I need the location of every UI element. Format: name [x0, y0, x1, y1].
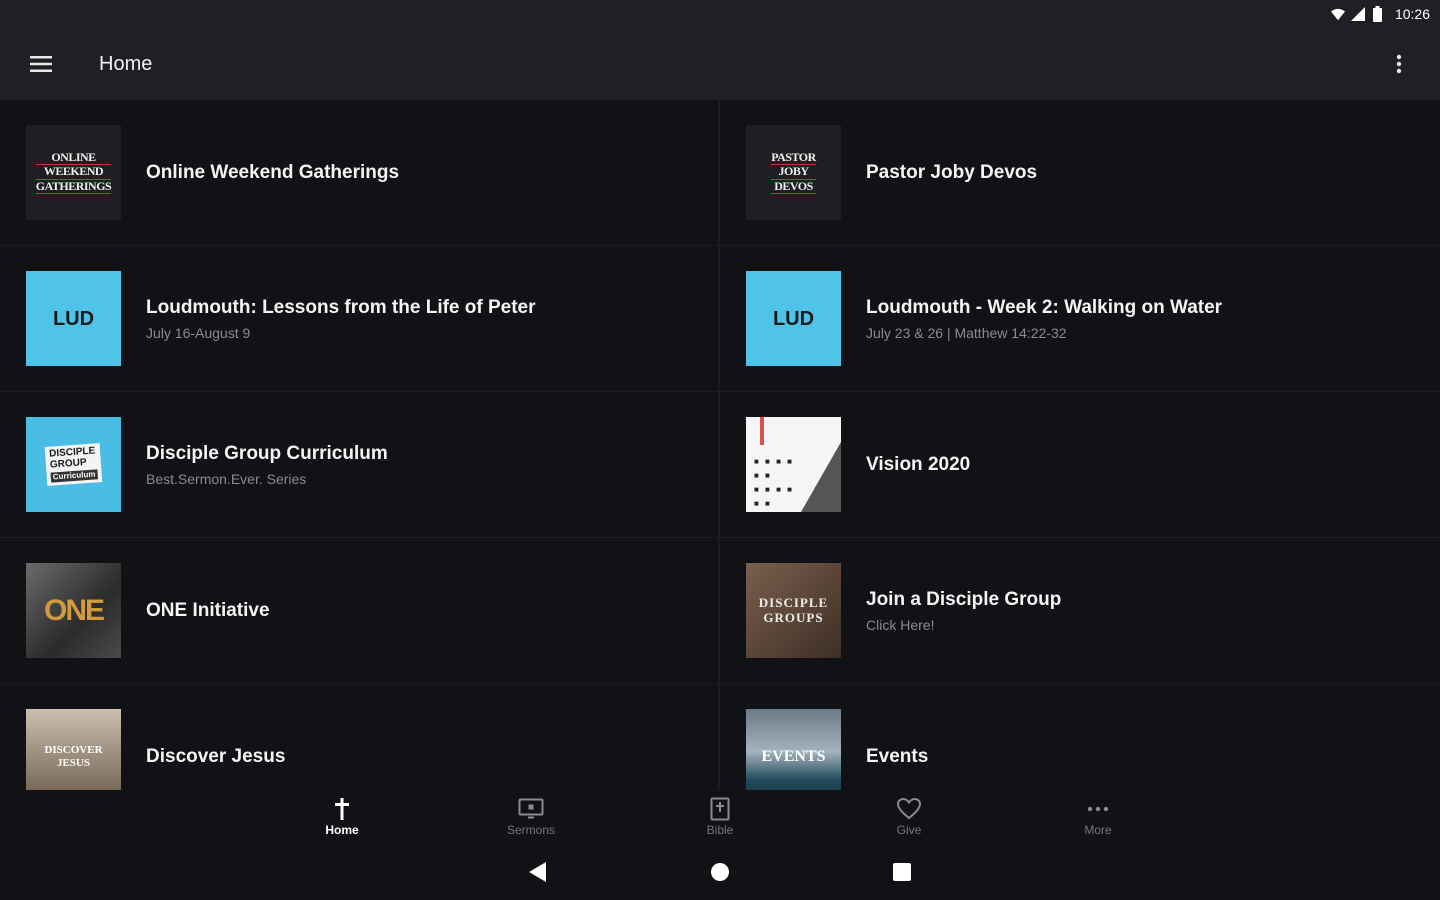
nav-label: Bible [706, 822, 734, 837]
item-subtitle: July 16-August 9 [146, 324, 251, 341]
nav-home[interactable]: Home [248, 790, 437, 842]
item-title: Discover Jesus [146, 745, 286, 767]
hamburger-menu-icon [30, 56, 52, 72]
list-item[interactable]: PASTOR JOBY DEVOS Pastor Joby Devos [720, 100, 1440, 246]
nav-more[interactable]: More [1004, 790, 1193, 842]
content-list: ONLINE WEEKEND GATHERINGS Online Weekend… [0, 100, 1440, 790]
nav-label: Home [325, 822, 359, 837]
item-subtitle: Best.Sermon.Ever. Series [146, 470, 307, 487]
cross-icon [329, 796, 355, 822]
thumb-text: ONLINE [35, 151, 112, 166]
thumb-text: ONE [43, 594, 105, 627]
system-back-button[interactable] [522, 856, 554, 888]
item-title: Loudmouth: Lessons from the Life of Pete… [146, 296, 536, 318]
back-triangle-icon [529, 862, 546, 882]
home-circle-icon [711, 863, 729, 881]
nav-label: Sermons [506, 822, 556, 837]
thumb-text: WEEKEND [35, 165, 112, 180]
list-item[interactable]: LUD Loudmouth: Lessons from the Life of … [0, 246, 720, 392]
item-title: Disciple Group Curriculum [146, 442, 388, 464]
system-navigation-bar [0, 842, 1440, 900]
item-title: Join a Disciple Group [866, 588, 1062, 610]
status-bar: 10:26 [0, 0, 1440, 28]
system-recents-button[interactable] [886, 856, 918, 888]
nav-label: More [1084, 822, 1112, 837]
list-item[interactable]: ■ ■ ■ ■ ■ ■ ■ ■ ■ ■ ■ ■ Vision 2020 [720, 392, 1440, 538]
item-title: Pastor Joby Devos [866, 161, 1038, 183]
app-root: 10:26 Home ONLINE WEEKEND GATHERINGS Onl… [0, 0, 1440, 900]
item-thumbnail: LUD [746, 271, 841, 366]
list-item[interactable]: LUD Loudmouth - Week 2: Walking on Water… [720, 246, 1440, 392]
battery-icon [1371, 6, 1385, 22]
item-title: Vision 2020 [866, 453, 971, 475]
item-thumbnail: PASTOR JOBY DEVOS [746, 125, 841, 220]
nav-label: Give [896, 822, 922, 837]
more-horizontal-icon [1085, 796, 1111, 822]
thumb-text: DEVOS [771, 179, 816, 194]
nav-give[interactable]: Give [815, 790, 1004, 842]
cell-signal-icon [1350, 7, 1365, 21]
app-bar: Home [0, 28, 1440, 100]
list-item[interactable]: EVENTS Events [720, 684, 1440, 790]
thumb-text: Curriculum [50, 469, 98, 483]
item-thumbnail: ONE [26, 563, 121, 658]
item-thumbnail: LUD [26, 271, 121, 366]
thumb-text: PASTOR [771, 150, 816, 166]
bible-icon [707, 796, 733, 822]
item-thumbnail: DISCIPLE GROUP Curriculum [26, 417, 121, 512]
thumb-text: EVENTS [761, 747, 826, 765]
thumb-text: GATHERINGS [35, 178, 112, 194]
hamburger-menu-button[interactable] [20, 43, 62, 85]
list-item[interactable]: DISCOVER JESUS Discover Jesus [0, 684, 720, 790]
nav-sermons[interactable]: Sermons [437, 790, 626, 842]
thumb-text: DISCOVER [44, 744, 103, 757]
list-item[interactable]: DISCIPLE GROUP Curriculum Disciple Group… [0, 392, 720, 538]
item-thumbnail: DISCIPLE GROUPS [746, 563, 841, 658]
item-subtitle: Click Here! [866, 616, 935, 633]
item-thumbnail: EVENTS [746, 709, 841, 790]
thumb-text: DISCIPLE [758, 595, 829, 611]
system-home-button[interactable] [704, 856, 736, 888]
item-title: Events [866, 745, 929, 767]
recents-square-icon [893, 863, 911, 881]
page-title: Home [99, 52, 153, 75]
list-item[interactable]: DISCIPLE GROUPS Join a Disciple Group Cl… [720, 538, 1440, 684]
more-vertical-icon [1396, 54, 1402, 74]
thumb-text: JOBY [771, 165, 816, 180]
thumb-text: LUD [52, 307, 95, 330]
thumb-text: JESUS [56, 756, 90, 769]
nav-bible[interactable]: Bible [626, 790, 815, 842]
thumb-text: GROUP [49, 456, 88, 470]
item-title: Loudmouth - Week 2: Walking on Water [866, 296, 1223, 318]
item-thumbnail: ■ ■ ■ ■ ■ ■ ■ ■ ■ ■ ■ ■ [746, 417, 841, 512]
item-title: Online Weekend Gatherings [146, 161, 400, 183]
heart-icon [896, 796, 922, 822]
tv-icon [518, 796, 544, 822]
list-item[interactable]: ONE ONE Initiative [0, 538, 720, 684]
overflow-menu-button[interactable] [1378, 43, 1420, 85]
item-thumbnail: ONLINE WEEKEND GATHERINGS [26, 125, 121, 220]
item-subtitle: July 23 & 26 | Matthew 14:22-32 [866, 324, 1067, 341]
item-thumbnail: DISCOVER JESUS [26, 709, 121, 790]
bottom-navigation: Home Sermons Bible Give More [0, 790, 1440, 842]
thumb-text: GROUPS [763, 609, 824, 625]
status-time: 10:26 [1394, 6, 1430, 22]
thumb-text: LUD [772, 307, 815, 330]
list-item[interactable]: ONLINE WEEKEND GATHERINGS Online Weekend… [0, 100, 720, 246]
wifi-icon [1330, 7, 1345, 21]
item-title: ONE Initiative [146, 599, 270, 621]
